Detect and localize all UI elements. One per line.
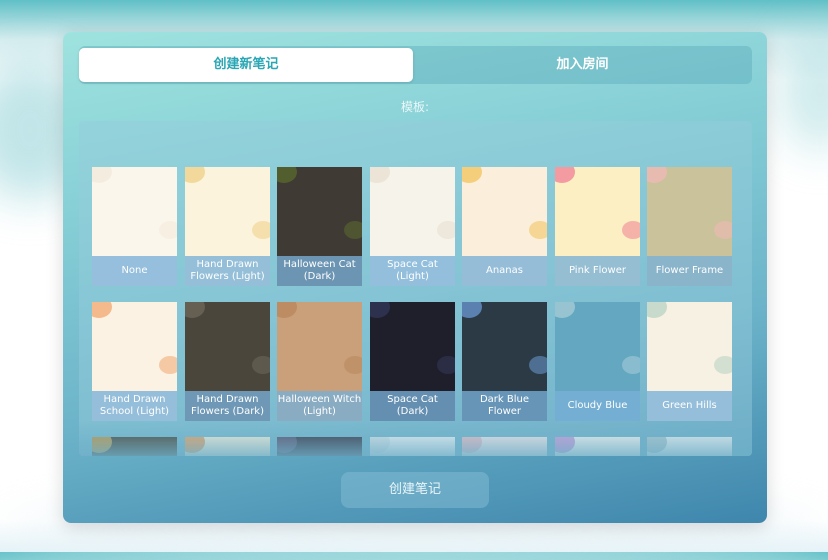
template-name: Halloween Cat (Dark) [283, 259, 356, 282]
flowers-light-icon [252, 221, 270, 239]
template-tile[interactable]: Dark Blue Flower [462, 302, 547, 421]
template-tile[interactable]: Cloudy Blue [555, 302, 640, 421]
template-name: Space Cat (Light) [387, 259, 438, 282]
template-name: Green Hills [662, 400, 717, 411]
template-tile[interactable]: Halloween Cat (Dark) [277, 167, 362, 286]
pineapple-icon [529, 221, 547, 239]
grid-fade [79, 421, 752, 456]
template-name: Space Cat (Dark) [387, 394, 438, 417]
template-tile[interactable]: Hand Drawn Flowers (Dark) [185, 302, 270, 421]
tab-create-note[interactable]: 创建新笔记 [79, 48, 413, 82]
flowers-dark-icon [252, 356, 270, 374]
flower-frame-icon [714, 221, 732, 239]
pink-flower-icon [622, 221, 640, 239]
template-tile[interactable]: Space Cat (Light) [370, 167, 455, 286]
hills-icon [714, 356, 732, 374]
template-tile[interactable]: Hand Drawn Flowers (Light) [185, 167, 270, 286]
template-tile[interactable]: Flower Frame [647, 167, 732, 286]
tab-join-room[interactable]: 加入房间 [415, 48, 750, 82]
template-tile[interactable]: Hand Drawn School (Light) [92, 302, 177, 421]
template-name: Pink Flower [569, 265, 626, 276]
school-light-icon [159, 356, 177, 374]
template-tile[interactable]: Space Cat (Dark) [370, 302, 455, 421]
template-name: Hand Drawn Flowers (Light) [190, 259, 265, 282]
templates-label: 模板: [400, 100, 430, 114]
template-name: Dark Blue Flower [479, 394, 530, 417]
template-tile[interactable]: Halloween Witch (Light) [277, 302, 362, 421]
cloud-icon [622, 356, 640, 374]
new-note-dialog: 创建新笔记 加入房间 模板: None Hand Drawn Flowers (L… [63, 32, 767, 523]
template-name: Flower Frame [655, 265, 724, 276]
space-cat-dark-icon [437, 356, 455, 374]
template-name: None [121, 265, 148, 276]
create-note-button[interactable]: 创建笔记 [341, 472, 489, 508]
witch-icon [344, 356, 362, 374]
blank-paper-icon [159, 221, 177, 239]
template-name: Halloween Witch (Light) [277, 394, 362, 417]
template-tile[interactable]: Ananas [462, 167, 547, 286]
space-cat-icon [437, 221, 455, 239]
template-grid[interactable]: None Hand Drawn Flowers (Light) Halloween … [79, 121, 752, 456]
template-tile[interactable]: Pink Flower [555, 167, 640, 286]
template-tile[interactable]: None [92, 167, 177, 286]
mode-segmented-control: 创建新笔记 加入房间 [79, 46, 752, 84]
template-name: Hand Drawn Flowers (Dark) [190, 394, 264, 417]
background-blur [780, 30, 828, 150]
halloween-cat-icon [344, 221, 362, 239]
blue-flower-icon [529, 356, 547, 374]
template-name: Hand Drawn School (Light) [99, 394, 170, 417]
template-name: Cloudy Blue [567, 400, 628, 411]
template-tile[interactable]: Green Hills [647, 302, 732, 421]
template-name: Ananas [486, 265, 523, 276]
